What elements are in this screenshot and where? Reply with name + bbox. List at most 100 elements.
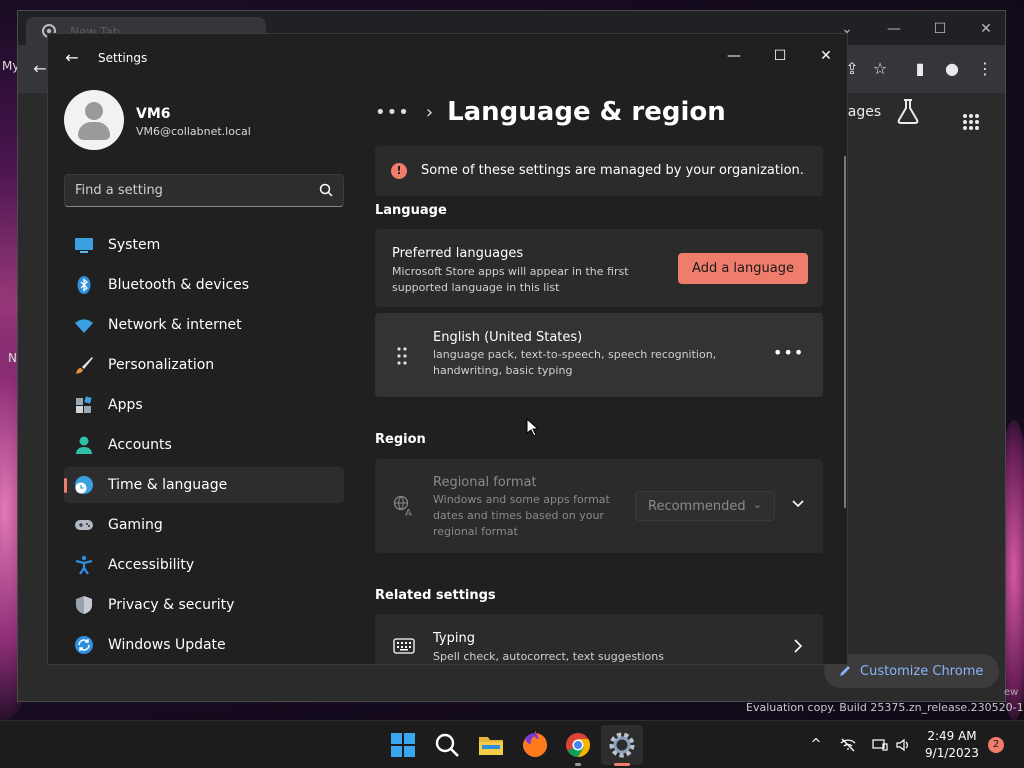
display-icon[interactable] [872,737,888,753]
app-title: Settings [98,51,148,65]
chevron-down-icon: ⌄ [752,498,762,511]
labs-flask-icon[interactable] [896,98,920,124]
add-language-button[interactable]: Add a language [678,253,808,284]
chrome-taskbar-icon[interactable] [564,731,592,759]
settings-gear-icon[interactable] [608,731,636,759]
chrome-menu-icon[interactable]: ⋮ [973,57,997,81]
avatar [64,90,124,150]
chevron-right-icon [794,639,803,653]
nav-label: Network & internet [108,317,242,333]
search-icon[interactable] [319,183,333,197]
watermark-tail: ew [1004,687,1019,698]
typing-title: Typing [433,631,475,646]
regional-format-title: Regional format [433,475,537,490]
language-heading: Language [375,203,447,218]
chrome-close-icon[interactable]: ✕ [963,15,1009,43]
side-panel-icon[interactable]: ▮ [908,57,932,81]
nav-label: System [108,237,161,253]
nav-label: Privacy & security [108,597,235,613]
chrome-running-indicator [575,763,581,766]
regional-format-value: Recommended [648,499,746,514]
preferred-languages-title: Preferred languages [392,246,524,261]
taskbar-search-icon[interactable] [433,731,461,759]
user-email: VM6@collabnet.local [136,125,251,138]
user-profile[interactable]: VM6 VM6@collabnet.local [64,90,364,150]
clock-date[interactable]: 9/1/2023 [920,746,984,760]
bluetooth-icon [77,276,91,294]
person-icon [76,436,92,454]
customize-chrome-label: Customize Chrome [860,663,984,679]
network-offline-icon[interactable] [840,737,856,753]
minimize-button[interactable]: — [711,40,757,72]
apps-icon [76,396,92,413]
nav-item-personalization[interactable]: Personalization [64,347,344,383]
start-windows-icon[interactable] [389,731,417,759]
notification-badge[interactable]: 2 [988,737,1004,753]
customize-chrome-button[interactable]: Customize Chrome [824,654,1000,688]
refresh-icon [75,636,93,654]
accessibility-icon [75,555,93,575]
monitor-icon [75,238,93,253]
chevron-right-icon: › [425,101,434,123]
nav-item-network[interactable]: Network & internet [64,307,344,343]
shield-icon [76,596,92,614]
nav-item-system[interactable]: System [64,227,344,263]
clock-time[interactable]: 2:49 AM [920,729,984,743]
nav-item-accounts[interactable]: Accounts [64,427,344,463]
expand-chevron-icon[interactable] [790,495,806,511]
content-scrollbar[interactable] [844,156,846,508]
nav-item-accessibility[interactable]: Accessibility [64,547,344,583]
typing-link[interactable]: Typing Spell check, autocorrect, text su… [375,614,823,664]
nav-item-apps[interactable]: Apps [64,387,344,423]
typing-desc: Spell check, autocorrect, text suggestio… [433,650,664,663]
preferred-languages-card: Preferred languages Microsoft Store apps… [375,229,823,307]
drag-handle-icon[interactable] [397,347,407,365]
settings-window[interactable]: ← Settings — ☐ ✕ VM6 VM6@collabnet.local… [47,33,848,665]
regional-format-icon: A [393,495,412,517]
nav-label: Accessibility [108,557,195,573]
wifi-icon [75,319,93,333]
preferred-languages-desc: Microsoft Store apps will appear in the … [392,265,629,294]
page-title: Language & region [447,97,726,127]
settings-active-indicator [614,763,630,766]
pencil-icon [840,666,850,676]
volume-icon[interactable] [895,737,911,753]
taskbar: ^ 2:49 AM 9/1/2023 2 [0,720,1024,768]
brush-icon [76,357,93,374]
firefox-icon[interactable] [521,731,549,759]
breadcrumb-overflow-button[interactable]: ••• [375,102,410,123]
regional-format-select[interactable]: Recommended ⌄ [635,491,775,521]
language-name: English (United States) [433,330,583,345]
nav-label: Accounts [108,437,172,453]
nav-item-gaming[interactable]: Gaming [64,507,344,543]
gamepad-icon [75,520,93,530]
tray-overflow-icon[interactable]: ^ [808,737,824,753]
search-input[interactable] [65,175,310,206]
nav-label: Bluetooth & devices [108,277,250,293]
close-button[interactable]: ✕ [803,40,847,72]
nav-label: Apps [108,397,143,413]
nav-item-time-language[interactable]: Time & language [64,467,344,503]
more-options-icon[interactable]: ••• [773,343,803,367]
language-features: language pack, text-to-speech, speech re… [433,348,717,377]
evaluation-watermark: Evaluation copy. Build 25375.zn_release.… [746,701,1024,714]
managed-notice: ! Some of these settings are managed by … [375,146,823,196]
breadcrumb: ••• › Language & region [375,92,726,132]
profile-icon[interactable]: ● [940,57,964,81]
info-icon: ! [391,163,407,179]
file-explorer-icon[interactable] [477,731,505,759]
google-apps-icon[interactable] [962,113,980,131]
keyboard-icon [393,638,415,654]
nav-item-privacy[interactable]: Privacy & security [64,587,344,623]
nav-item-bluetooth[interactable]: Bluetooth & devices [64,267,344,303]
regional-format-card: A Regional format Windows and some apps … [375,459,823,553]
bookmark-star-icon[interactable]: ☆ [868,57,892,81]
maximize-button[interactable]: ☐ [757,40,803,72]
nav-item-windows-update[interactable]: Windows Update [64,627,344,663]
back-button[interactable]: ← [62,48,82,68]
settings-nav: System Bluetooth & devices Network & int… [64,227,344,664]
chrome-maximize-icon[interactable]: ☐ [917,15,963,43]
chrome-minimize-icon[interactable]: — [871,15,917,43]
language-item-english[interactable]: English (United States) language pack, t… [375,313,823,397]
search-box[interactable] [64,174,344,207]
